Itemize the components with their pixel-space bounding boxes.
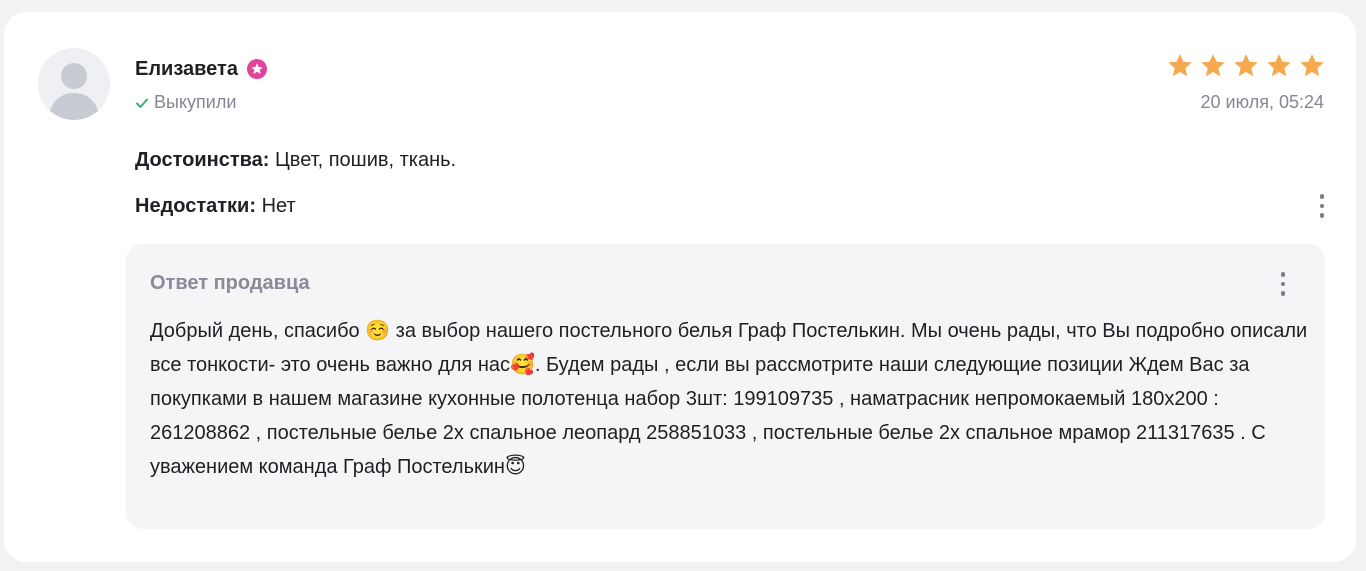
user-placeholder-icon (48, 63, 100, 120)
seller-reply: Ответ продавца Добрый день, спасибо ☺️ з… (126, 244, 1325, 529)
star-icon (1232, 52, 1260, 80)
avatar[interactable] (38, 48, 110, 120)
cons-label: Недостатки: (135, 195, 257, 217)
author-row: Елизавета (135, 54, 268, 84)
more-vertical-icon-dot (1280, 291, 1286, 296)
review-date: 20 июля, 05:24 (1200, 92, 1324, 112)
star-icon (1166, 52, 1194, 80)
star-icon (1265, 52, 1293, 80)
more-vertical-icon-dot (1319, 203, 1325, 209)
author-name[interactable]: Елизавета (135, 58, 238, 81)
seller-reply-text: Добрый день, спасибо ☺️ за выбор нашего … (150, 320, 1308, 478)
star-icon (1298, 52, 1326, 80)
review-card: Елизавета Выкупили 20 июля, 05:24 Достои… (4, 12, 1356, 562)
pros-field: Достоинства: Цвет, пошив, ткань. (135, 149, 456, 172)
star-icon (1199, 52, 1227, 80)
more-vertical-icon-dot (1280, 272, 1286, 277)
more-vertical-icon-dot (1319, 194, 1325, 199)
seller-reply-title: Ответ продавца (150, 272, 310, 294)
purchase-status-label: Выкупили (154, 92, 237, 112)
more-vertical-icon-dot (1319, 213, 1325, 218)
cons-text: Нет (256, 195, 296, 217)
reply-more-button[interactable] (1273, 268, 1293, 300)
more-vertical-icon-dot (1280, 281, 1286, 287)
pros-text: Цвет, пошив, ткань. (269, 149, 457, 171)
check-icon (135, 96, 149, 110)
review-more-button[interactable] (1312, 190, 1332, 222)
rating-stars (1166, 52, 1326, 80)
pros-label: Достоинства: (135, 149, 270, 171)
premium-badge-icon (246, 58, 268, 80)
cons-field: Недостатки: Нет (135, 195, 296, 218)
purchase-status: Выкупили (135, 92, 236, 113)
